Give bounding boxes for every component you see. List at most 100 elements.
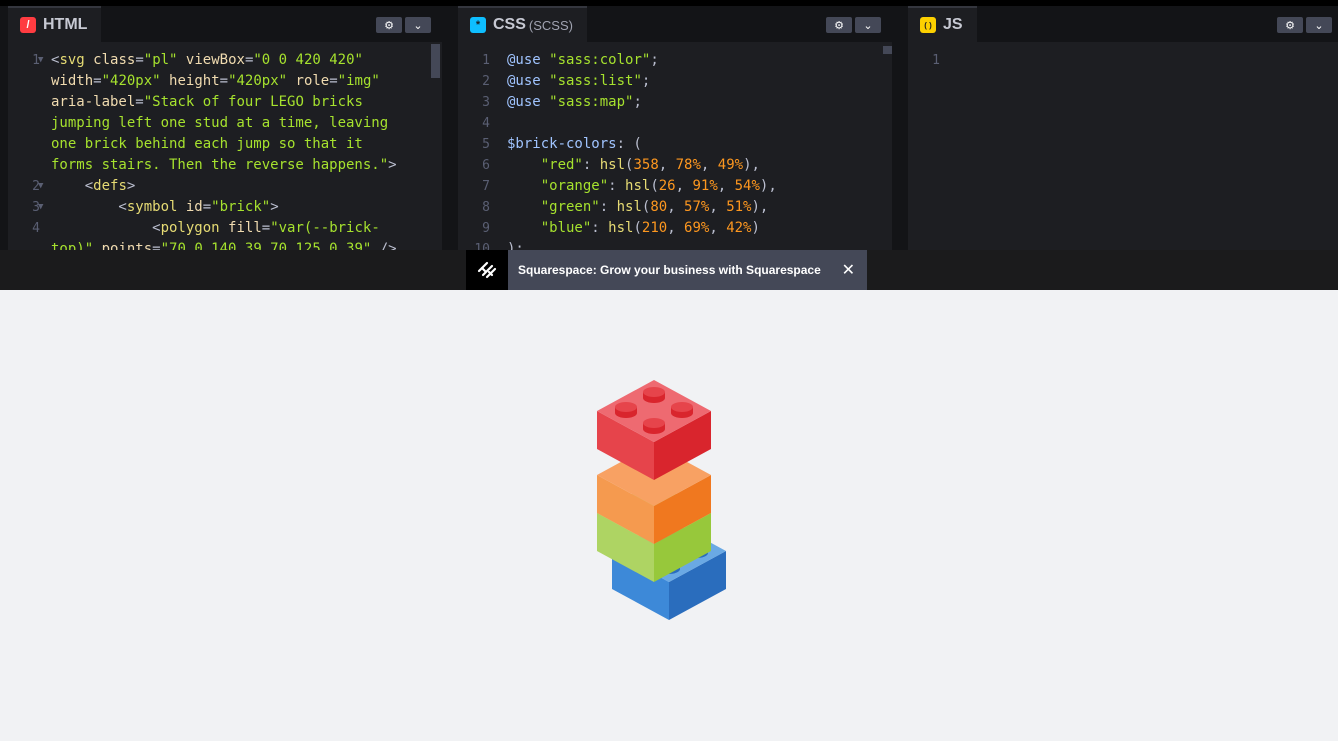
code-line: jumping left one stud at a time, leaving <box>8 113 442 134</box>
css-tab[interactable]: * CSS (SCSS) <box>458 6 587 42</box>
css-tab-title: CSS <box>493 16 526 33</box>
code-line: width="420px" height="420px" role="img" <box>8 71 442 92</box>
code-token: ); <box>507 241 524 250</box>
code-token: = <box>202 199 212 215</box>
code-token: top)" <box>51 241 94 250</box>
close-icon[interactable]: ✕ <box>842 260 855 280</box>
code-token: < <box>51 220 161 236</box>
html-code[interactable]: 1 ▼ <svg class="pl" viewBox="0 0 420 420" w… <box>8 50 442 250</box>
code-token: , <box>700 157 718 173</box>
code-token: "blue" <box>540 220 592 236</box>
line-number: 4 <box>32 221 40 236</box>
code-token: 210 <box>641 220 668 236</box>
code-token: , <box>717 178 735 194</box>
code-token: , <box>675 178 693 194</box>
code-line: 1 ▼ <svg class="pl" viewBox="0 0 420 420" <box>8 50 442 71</box>
code-token: "green" <box>540 199 600 215</box>
js-settings-button[interactable]: ⚙ <box>1277 17 1303 33</box>
code-token: , <box>667 220 685 236</box>
code-token: fill <box>228 220 262 236</box>
html-scrollbar[interactable] <box>431 44 440 78</box>
line-number: 3 <box>482 95 490 110</box>
code-token: 42% <box>726 220 752 236</box>
code-token: ; <box>641 73 651 89</box>
code-line: 3 ▼ <symbol id="brick"> <box>8 197 442 218</box>
code-token: ; <box>633 94 642 110</box>
code-line: 7 "orange": hsl(26, 91%, 54%), <box>458 176 892 197</box>
chevron-down-icon: ⌄ <box>413 19 423 32</box>
js-tab[interactable]: ( ) JS <box>908 6 977 42</box>
html-tab[interactable]: / HTML <box>8 6 102 42</box>
html-editor-panel: / HTML ⚙ ⌄ 1 ▼ <svg class="pl" viewBox="0 … <box>8 6 442 250</box>
code-token: "pl" <box>143 52 178 68</box>
code-token: id <box>185 199 203 215</box>
css-icon: * <box>470 17 486 33</box>
code-line: one brick behind each jump so that it <box>8 134 442 155</box>
js-editor-panel: ( ) JS ⚙ ⌄ 1 <box>908 6 1338 250</box>
css-collapse-button[interactable]: ⌄ <box>855 17 881 33</box>
line-number: 1 <box>932 53 940 68</box>
code-text: "red": hsl(358, 78%, 49%), <box>507 155 760 176</box>
code-text: aria-label="Stack of four LEGO bricks <box>51 92 363 113</box>
css-tab-buttons: ⚙ ⌄ <box>826 17 881 33</box>
css-scrollbar[interactable] <box>883 46 892 54</box>
css-editor-panel: * CSS (SCSS) ⚙ ⌄ 1 @use "sass:color"; 2 @us… <box>458 6 892 250</box>
js-collapse-button[interactable]: ⌄ <box>1306 17 1332 33</box>
code-token: < <box>51 199 127 215</box>
code-token: width <box>51 73 94 89</box>
html-settings-button[interactable]: ⚙ <box>376 17 402 33</box>
line-number: 5 <box>482 137 490 152</box>
line-number: 7 <box>482 179 490 194</box>
squarespace-ad[interactable]: Squarespace: Grow your business with Squ… <box>466 250 867 290</box>
code-token: 51% <box>726 199 752 215</box>
ad-text[interactable]: Squarespace: Grow your business with Squ… <box>518 263 821 277</box>
js-icon: ( ) <box>920 17 936 33</box>
code-token: "img" <box>337 73 380 89</box>
squarespace-logo-icon <box>466 250 508 290</box>
code-token: "orange" <box>540 178 609 194</box>
code-token: < <box>51 178 94 194</box>
code-token: = <box>93 73 102 89</box>
fold-arrow-icon[interactable]: ▼ <box>38 50 43 71</box>
code-text: <symbol id="brick"> <box>51 197 278 218</box>
html-collapse-button[interactable]: ⌄ <box>405 17 431 33</box>
fold-arrow-icon[interactable]: ▼ <box>38 176 43 197</box>
red-brick-stud <box>671 402 693 418</box>
code-token: ; <box>650 52 659 68</box>
code-token: @use <box>507 52 541 68</box>
fold-arrow-icon[interactable]: ▼ <box>38 197 43 218</box>
code-text: width="420px" height="420px" role="img" <box>51 71 380 92</box>
code-token: : <box>591 220 609 236</box>
code-token: "red" <box>540 157 583 173</box>
code-token: = <box>135 52 144 68</box>
code-text: top)" points="70 0 140 39 70 125 0 39" /… <box>51 239 397 250</box>
code-token: height <box>169 73 220 89</box>
css-settings-button[interactable]: ⚙ <box>826 17 852 33</box>
code-token: jumping left one stud at a time, leaving <box>51 115 389 131</box>
code-token: defs <box>93 178 127 194</box>
code-token: 358 <box>633 157 659 173</box>
red-brick-stud <box>615 402 637 418</box>
red-brick-stud <box>643 387 665 403</box>
code-token: , <box>658 157 676 173</box>
css-code[interactable]: 1 @use "sass:color"; 2 @use "sass:list"; 3 @u… <box>458 50 892 250</box>
code-token: ( <box>650 178 659 194</box>
preview-pane <box>0 290 1338 741</box>
code-line: 2 @use "sass:list"; <box>458 71 892 92</box>
code-token: 69% <box>684 220 710 236</box>
html-icon: / <box>20 17 36 33</box>
js-code[interactable]: 1 <box>908 50 1338 71</box>
code-token: 78% <box>675 157 701 173</box>
code-text: @use "sass:color"; <box>507 50 659 71</box>
code-line: aria-label="Stack of four LEGO bricks <box>8 92 442 113</box>
code-token: points <box>101 241 153 250</box>
red-brick-stud <box>643 418 665 434</box>
css-tab-subtitle: (SCSS) <box>528 17 573 33</box>
code-token: @use <box>507 94 541 110</box>
